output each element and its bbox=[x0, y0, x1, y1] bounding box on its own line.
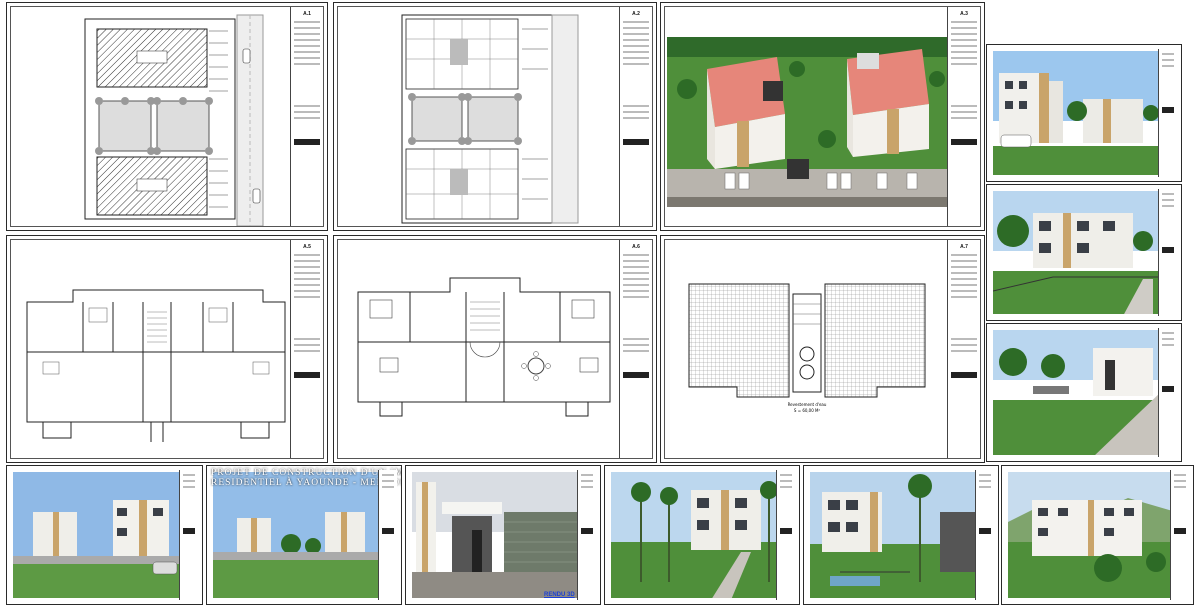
sheet-floor-plan-2[interactable]: A.6 bbox=[333, 235, 657, 463]
sheet-render-right-2[interactable] bbox=[986, 184, 1182, 321]
title-block bbox=[1170, 470, 1189, 600]
sheet-site-plan[interactable]: A.1 bbox=[6, 2, 328, 231]
sheet-render-bottom-6[interactable] bbox=[1001, 465, 1194, 605]
title-block bbox=[179, 470, 198, 600]
sheet-code: A.6 bbox=[632, 244, 640, 250]
render-image bbox=[13, 472, 185, 598]
furnished-plan-drawing bbox=[340, 242, 624, 456]
title-block bbox=[776, 470, 795, 600]
sheet-render-bottom-4[interactable] bbox=[604, 465, 800, 605]
sheet-render-bottom-3[interactable]: RENDU 3D bbox=[405, 465, 601, 605]
roof-area-label: Revestement d'eau bbox=[788, 402, 827, 407]
sheet-aerial-render[interactable]: A.3 bbox=[660, 2, 985, 231]
title-block: A.5 bbox=[290, 240, 323, 458]
sheet-render-right-1[interactable] bbox=[986, 44, 1182, 182]
title-block bbox=[975, 470, 994, 600]
render-image bbox=[810, 472, 982, 598]
render-tag[interactable]: RENDU 3D bbox=[544, 592, 575, 598]
project-title-line1: PROJET DE CONSTRUCTION D'UN IMMEUBLE bbox=[211, 468, 401, 478]
sheet-floor-plan-1[interactable]: A.5 bbox=[6, 235, 328, 463]
title-block bbox=[1158, 49, 1177, 177]
sheet-render-right-3[interactable] bbox=[986, 323, 1182, 462]
sheet-roof-plan[interactable]: Revestement d'eau S = 60,00 M² A.7 bbox=[660, 235, 985, 463]
sheet-render-bottom-2[interactable]: PROJET DE CONSTRUCTION D'UN IMMEUBLE RES… bbox=[206, 465, 402, 605]
sheet-code: A.3 bbox=[960, 11, 968, 17]
site-plan-drawing bbox=[13, 9, 293, 226]
render-image bbox=[993, 191, 1163, 314]
sheet-render-bottom-1[interactable] bbox=[6, 465, 203, 605]
title-block: A.2 bbox=[619, 7, 652, 226]
roof-area-value: S = 60,00 M² bbox=[794, 408, 821, 413]
render-image bbox=[412, 472, 584, 598]
sheet-code: A.1 bbox=[303, 11, 311, 17]
floor-plan-drawing bbox=[13, 242, 293, 456]
title-block: A.1 bbox=[290, 7, 323, 226]
render-image bbox=[611, 472, 783, 598]
project-title-banner: PROJET DE CONSTRUCTION D'UN IMMEUBLE RES… bbox=[211, 468, 402, 488]
sheet-code: A.5 bbox=[303, 244, 311, 250]
title-block bbox=[378, 470, 397, 600]
aerial-render-image bbox=[667, 9, 952, 224]
roof-plan-drawing: Revestement d'eau S = 60,00 M² bbox=[667, 242, 952, 456]
title-block bbox=[577, 470, 596, 600]
render-image bbox=[1008, 472, 1176, 598]
title-block bbox=[1158, 328, 1177, 457]
title-block: A.3 bbox=[947, 7, 980, 226]
title-block: A.6 bbox=[619, 240, 652, 458]
sheet-ground-floor[interactable]: A.2 bbox=[333, 2, 657, 231]
title-block: A.7 bbox=[947, 240, 980, 458]
render-image bbox=[213, 472, 385, 598]
render-image bbox=[993, 51, 1163, 175]
ground-floor-drawing bbox=[340, 9, 624, 224]
sheet-code: A.2 bbox=[632, 11, 640, 17]
project-title-line2: RESIDENTIEL À YAOUNDE - MENDONG bbox=[211, 478, 402, 488]
sheet-render-bottom-5[interactable] bbox=[803, 465, 999, 605]
render-image bbox=[993, 330, 1163, 455]
sheet-code: A.7 bbox=[960, 244, 968, 250]
title-block bbox=[1158, 189, 1177, 316]
